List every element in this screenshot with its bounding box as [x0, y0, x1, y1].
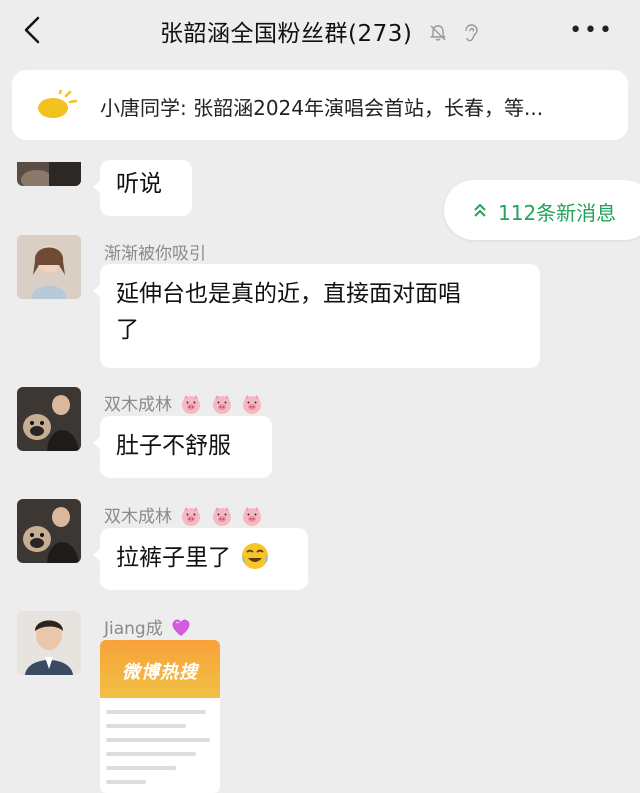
- chat-screen: 张韶涵全国粉丝群(273) ••• 小唐同学: 张韶涵2024年演唱会首站，长春…: [0, 0, 640, 793]
- group-announcement[interactable]: 小唐同学: 张韶涵2024年演唱会首站，长春，等...: [12, 70, 628, 140]
- image-content-line: [106, 780, 146, 784]
- message-bubble[interactable]: 拉裤子里了: [93, 528, 308, 590]
- header: 张韶涵全国粉丝群(273) •••: [0, 0, 640, 64]
- avatar[interactable]: [17, 611, 81, 675]
- announcement-text: 小唐同学: 张韶涵2024年演唱会首站，长春，等...: [100, 96, 544, 120]
- message-bubble[interactable]: 听说: [93, 160, 192, 216]
- sender-name: 渐渐被你吸引: [104, 244, 206, 264]
- mute-bell-icon: [428, 23, 448, 49]
- sender-name: 双木成林: [104, 507, 172, 527]
- image-content-line: [106, 710, 206, 714]
- message-text: 肚子不舒服: [116, 433, 231, 459]
- message-text: 拉裤子里了: [116, 545, 231, 571]
- new-messages-button[interactable]: 112条新消息: [444, 180, 640, 240]
- avatar[interactable]: [17, 235, 81, 299]
- image-banner-text: 微博热搜: [122, 662, 198, 683]
- message-bubble[interactable]: 延伸台也是真的近，直接面对面唱 了: [93, 264, 540, 368]
- more-button[interactable]: •••: [569, 18, 614, 43]
- image-content-line: [106, 724, 186, 728]
- image-content-line: [106, 738, 210, 742]
- avatar[interactable]: [17, 387, 81, 451]
- message-text-line: 延伸台也是真的近，直接面对面唱: [116, 281, 461, 307]
- sender-name-row: 双木成林: [104, 390, 263, 419]
- image-content-line: [106, 752, 196, 756]
- chat-title: 张韶涵全国粉丝群(273): [0, 14, 640, 49]
- more-icon: •••: [569, 18, 614, 43]
- ear-icon: [462, 23, 480, 49]
- crying-laugh-emoji-icon: [240, 541, 270, 582]
- sender-name-row: Jiang成: [104, 614, 192, 643]
- avatar[interactable]: [17, 499, 81, 563]
- new-messages-label: 112条新消息: [498, 201, 617, 225]
- image-message[interactable]: 微博热搜: [100, 640, 220, 793]
- sender-name-row: 双木成林: [104, 502, 263, 531]
- chat-title-text: 张韶涵全国粉丝群(273): [160, 21, 413, 47]
- bulb-icon: [36, 88, 78, 126]
- image-content-line: [106, 766, 176, 770]
- double-up-arrow-icon: [472, 202, 488, 222]
- message-text-line: 了: [116, 317, 139, 343]
- sender-name: Jiang成: [104, 619, 163, 639]
- message-text: 听说: [116, 171, 162, 197]
- message-bubble[interactable]: 肚子不舒服: [93, 416, 272, 478]
- sender-name: 双木成林: [104, 395, 172, 415]
